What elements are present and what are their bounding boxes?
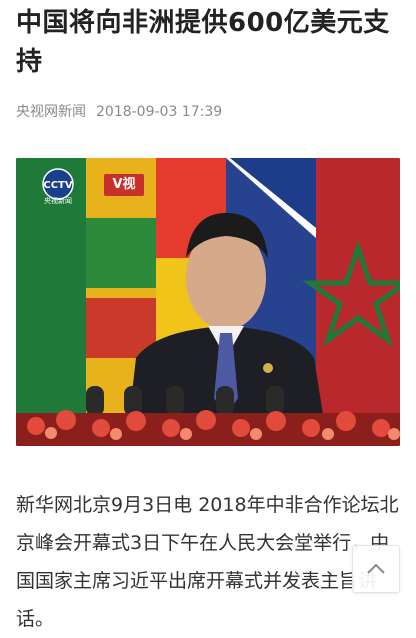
article-body: 新华网北京9月3日电 2018年中非合作论坛北京峰会开幕式3日下午在人民大会堂举… (16, 494, 399, 630)
chevron-up-icon (367, 563, 385, 574)
v-video-badge: V视 (104, 174, 144, 196)
article-datetime: 2018-09-03 17:39 (96, 104, 223, 120)
article-title: 中国将向非洲提供600亿美元支持 (16, 8, 390, 77)
article-meta: 央视网新闻 2018-09-03 17:39 (16, 102, 222, 122)
logo-brand: CCTV (43, 180, 72, 191)
back-to-top-button[interactable] (352, 545, 400, 593)
video-player[interactable]: CCTV 央视新闻 V视 (16, 158, 400, 446)
cctv-news-logo: CCTV 央视新闻 (36, 168, 80, 204)
logo-caption: 央视新闻 (44, 196, 72, 204)
article-source[interactable]: 央视网新闻 (16, 102, 86, 122)
